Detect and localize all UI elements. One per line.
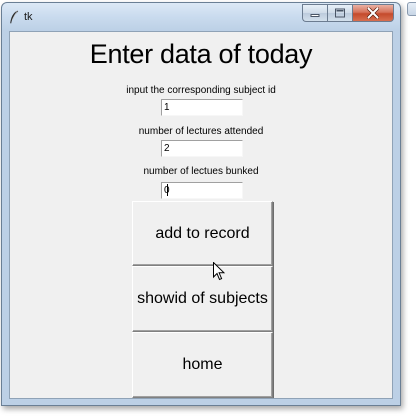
- show-subjects-button[interactable]: showid of subjects: [132, 266, 273, 332]
- text-cursor: [167, 184, 168, 196]
- home-button[interactable]: home: [132, 332, 273, 398]
- maximize-button[interactable]: [327, 4, 352, 22]
- desktop: tk Enter data of today input the corresp…: [0, 0, 416, 420]
- client-area: Enter data of today input the correspond…: [9, 31, 393, 399]
- subject-id-label: input the corresponding subject id: [126, 85, 276, 96]
- close-button[interactable]: [352, 4, 394, 22]
- close-icon: [367, 7, 379, 19]
- window-title: tk: [24, 11, 33, 23]
- add-to-record-button[interactable]: add to record: [132, 201, 273, 266]
- background-window-edge: [407, 2, 416, 16]
- lectures-attended-label: number of lectures attended: [138, 126, 264, 137]
- minimize-icon: [310, 14, 320, 17]
- lectures-bunked-input[interactable]: [161, 182, 243, 199]
- lectures-attended-input[interactable]: [161, 140, 243, 157]
- feather-icon: [10, 10, 19, 24]
- subject-id-input[interactable]: [161, 99, 243, 116]
- title-bar[interactable]: tk: [2, 3, 400, 31]
- minimize-button[interactable]: [302, 4, 327, 22]
- caption-buttons: [302, 4, 394, 23]
- app-window: tk Enter data of today input the corresp…: [1, 2, 401, 406]
- mouse-pointer-icon: [213, 262, 225, 281]
- page-title: Enter data of today: [89, 39, 313, 69]
- lectures-bunked-label: number of lectues bunked: [143, 166, 259, 177]
- maximize-icon: [335, 8, 345, 18]
